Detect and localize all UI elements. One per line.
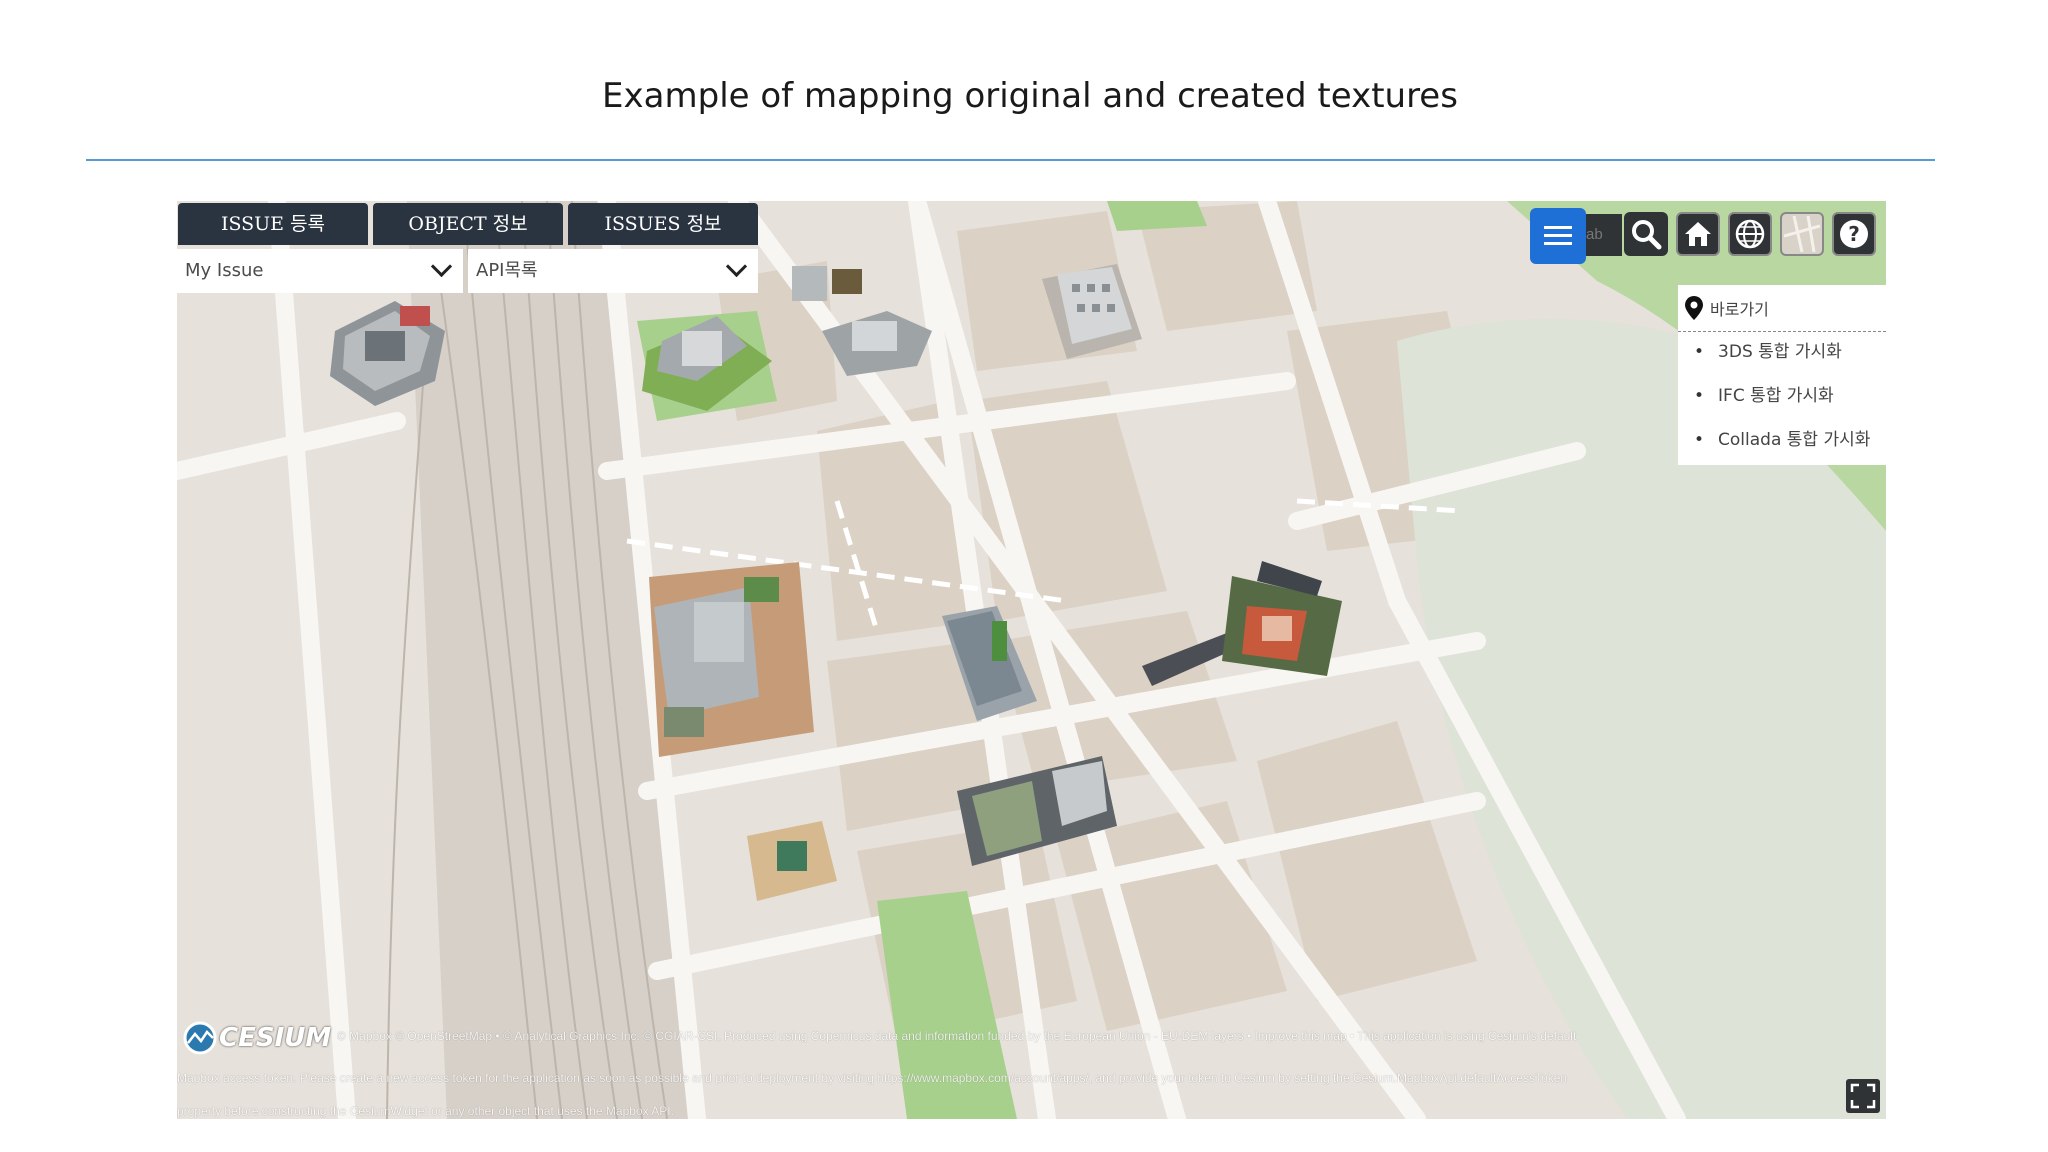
viewer-toolbar: ab ? — [1530, 208, 1886, 264]
attribution-line-1: © Mapbox © OpenStreetMap • © Analytical … — [337, 1029, 1577, 1043]
building-model[interactable] — [639, 557, 819, 767]
help-icon: ? — [1840, 220, 1868, 248]
help-button[interactable]: ? — [1832, 212, 1876, 256]
attribution-line-3: property before constructing the CesiumW… — [177, 1104, 674, 1118]
attribution-line-2: Mapbox access token. Please create a new… — [177, 1071, 1568, 1085]
cesium-logo-text: CESIUM — [219, 1023, 332, 1053]
shortcut-list: 3DS 통합 가시화 IFC 통합 가시화 Collada 통합 가시화 — [1678, 332, 1886, 464]
issue-select[interactable]: My Issue — [177, 249, 463, 293]
tab-issues-info[interactable]: ISSUES 정보 — [568, 203, 758, 245]
building-model[interactable] — [1037, 259, 1147, 369]
api-select[interactable]: API목록 — [468, 249, 758, 293]
home-button[interactable] — [1676, 212, 1720, 256]
building-model[interactable] — [937, 601, 1047, 731]
issue-select-value: My Issue — [185, 260, 264, 281]
globe-icon — [1735, 219, 1765, 249]
building-model[interactable] — [787, 261, 867, 311]
shortcut-item-3ds[interactable]: 3DS 통합 가시화 — [1694, 332, 1886, 376]
cesium-viewer[interactable]: ISSUE 등록 OBJECT 정보 ISSUES 정보 My Issue AP… — [177, 201, 1886, 1119]
shortcut-item-ifc[interactable]: IFC 통합 가시화 — [1694, 376, 1886, 420]
home-icon — [1685, 222, 1711, 246]
search-icon — [1632, 220, 1662, 250]
chevron-down-icon — [725, 255, 748, 278]
tab-issue-register[interactable]: ISSUE 등록 — [178, 203, 368, 245]
building-model[interactable] — [325, 291, 455, 411]
svg-text:?: ? — [1848, 222, 1860, 246]
menu-icon — [1544, 226, 1572, 245]
building-model[interactable] — [637, 291, 777, 421]
slide-title: Example of mapping original and created … — [602, 76, 1458, 116]
location-pin-icon — [1685, 296, 1703, 320]
scene-mode-button[interactable] — [1728, 212, 1772, 256]
shortcut-header: 바로가기 — [1678, 285, 1886, 332]
building-model[interactable] — [737, 811, 847, 911]
cesium-logo[interactable]: CESIUM — [183, 1021, 331, 1055]
search-input[interactable]: ab — [1586, 214, 1622, 256]
shortcut-title: 바로가기 — [1710, 300, 1769, 319]
building-model[interactable] — [952, 751, 1122, 871]
building-model[interactable] — [1142, 556, 1362, 716]
cesium-logo-icon — [183, 1021, 217, 1055]
shortcut-panel: 바로가기 3DS 통합 가시화 IFC 통합 가시화 Collada 통합 가시… — [1678, 285, 1886, 465]
api-select-value: API목록 — [476, 260, 538, 281]
title-divider — [86, 159, 1935, 161]
shortcut-item-collada[interactable]: Collada 통합 가시화 — [1694, 420, 1886, 464]
search-button[interactable] — [1624, 212, 1668, 256]
chevron-down-icon — [430, 255, 453, 278]
tab-object-info[interactable]: OBJECT 정보 — [373, 203, 563, 245]
menu-button[interactable] — [1530, 208, 1586, 264]
map-layer-icon — [1784, 216, 1820, 252]
building-model[interactable] — [817, 301, 937, 381]
base-layer-button[interactable] — [1780, 212, 1824, 256]
fullscreen-icon — [1850, 1083, 1876, 1109]
fullscreen-button[interactable] — [1846, 1079, 1880, 1113]
